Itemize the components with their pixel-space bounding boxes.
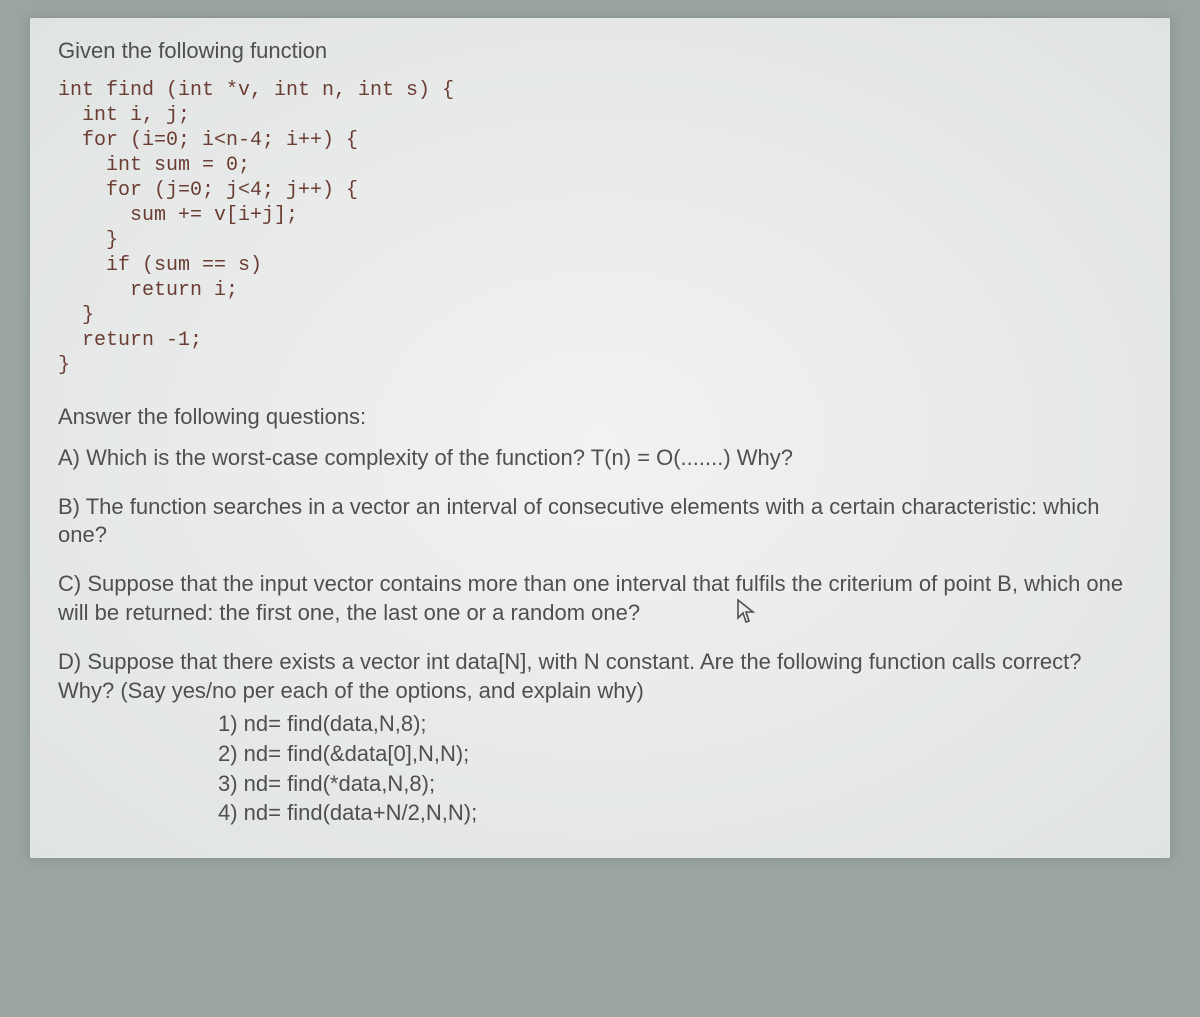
question-a: A) Which is the worst-case complexity of…	[58, 444, 1142, 473]
question-d: D) Suppose that there exists a vector in…	[58, 648, 1142, 705]
code-line: }	[58, 229, 118, 252]
cursor-icon	[736, 598, 756, 624]
code-line: }	[58, 304, 94, 327]
call-option-2: 2) nd= find(&data[0],N,N);	[218, 739, 1142, 769]
questions-heading: Answer the following questions:	[58, 404, 1142, 430]
code-line: int sum = 0;	[58, 154, 250, 177]
question-c: C) Suppose that the input vector contain…	[58, 570, 1142, 628]
code-line: int i, j;	[58, 104, 190, 127]
question-b: B) The function searches in a vector an …	[58, 493, 1142, 550]
code-line: sum += v[i+j];	[58, 204, 298, 227]
function-calls-list: 1) nd= find(data,N,8); 2) nd= find(&data…	[218, 709, 1142, 828]
code-line: return i;	[58, 279, 238, 302]
code-line: if (sum == s)	[58, 254, 262, 277]
code-line: }	[58, 354, 70, 377]
code-block: int find (int *v, int n, int s) { int i,…	[58, 78, 1142, 378]
call-option-1: 1) nd= find(data,N,8);	[218, 709, 1142, 739]
code-line: for (j=0; j<4; j++) {	[58, 179, 358, 202]
intro-text: Given the following function	[58, 38, 1142, 64]
call-option-3: 3) nd= find(*data,N,8);	[218, 769, 1142, 799]
document-page: Given the following function int find (i…	[30, 18, 1170, 858]
code-line: return -1;	[58, 329, 202, 352]
code-line: int find (int *v, int n, int s) {	[58, 79, 454, 102]
question-c-text: C) Suppose that the input vector contain…	[58, 571, 1123, 626]
code-line: for (i=0; i<n-4; i++) {	[58, 129, 358, 152]
call-option-4: 4) nd= find(data+N/2,N,N);	[218, 798, 1142, 828]
